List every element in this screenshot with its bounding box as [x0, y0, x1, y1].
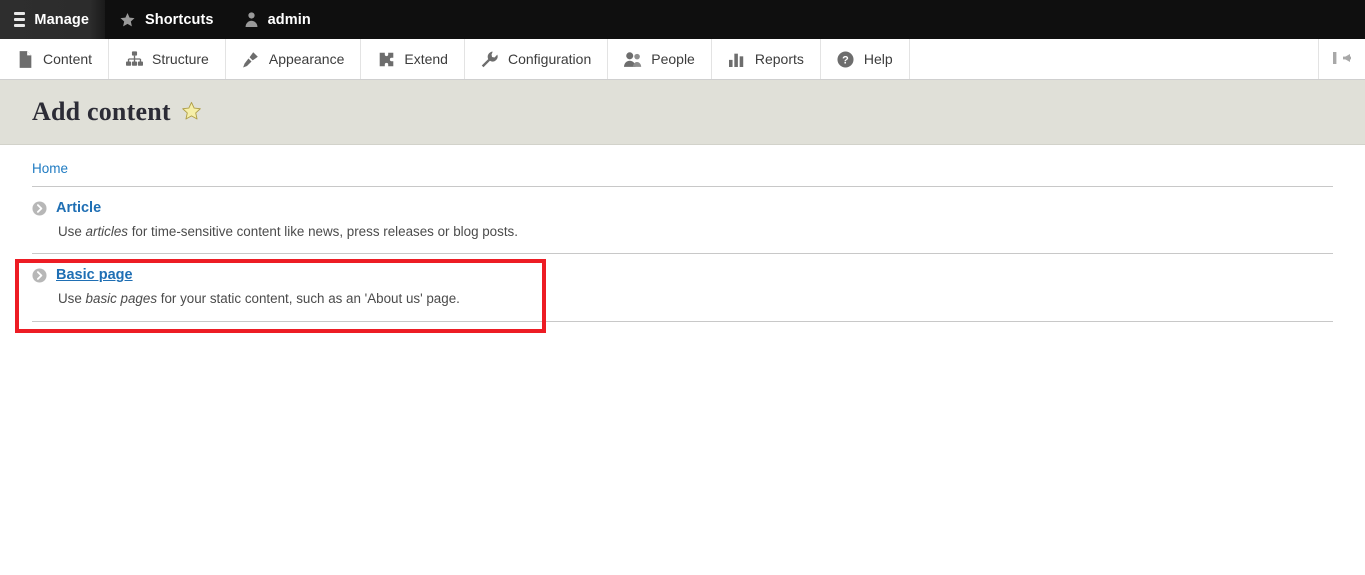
content-type-list: Article Use articles for time-sensitive …: [32, 187, 1333, 322]
menu-item-extend-label: Extend: [404, 51, 448, 67]
content-type-basic-page-header: Basic page: [32, 267, 1333, 283]
description-emphasis: basic pages: [86, 291, 157, 306]
admin-tab-user[interactable]: admin: [230, 0, 327, 39]
sitemap-icon: [125, 50, 143, 68]
user-icon: [244, 11, 259, 28]
admin-toolbar: Manage Shortcuts admin: [0, 0, 1365, 39]
description-suffix: for time-sensitive content like news, pr…: [128, 224, 518, 239]
menu-item-configuration-label: Configuration: [508, 51, 591, 67]
content-type-description-basic-page: Use basic pages for your static content,…: [58, 290, 1333, 307]
admin-tab-manage[interactable]: Manage: [0, 0, 105, 39]
toolbar-orientation-toggle[interactable]: [1319, 39, 1365, 79]
menu-item-extend[interactable]: Extend: [361, 39, 465, 79]
chevron-right-circle-icon: [32, 268, 47, 283]
menu-item-people-label: People: [651, 51, 695, 67]
collapse-left-icon: [1331, 50, 1353, 69]
menu-item-reports-label: Reports: [755, 51, 804, 67]
chevron-right-circle-icon: [32, 201, 47, 216]
admin-tab-shortcuts-label: Shortcuts: [145, 12, 214, 28]
menu-item-content[interactable]: Content: [0, 39, 109, 79]
admin-menu-bar: Content Structure Appearance: [0, 39, 1365, 80]
menu-item-structure[interactable]: Structure: [109, 39, 226, 79]
description-suffix: for your static content, such as an 'Abo…: [157, 291, 460, 306]
menu-item-content-label: Content: [43, 51, 92, 67]
list-item-divider: [32, 321, 1333, 322]
list-item: Basic page Use basic pages for your stat…: [32, 254, 1333, 321]
admin-tab-shortcuts[interactable]: Shortcuts: [105, 0, 230, 39]
bar-chart-icon: [728, 50, 746, 68]
star-outline-icon[interactable]: [181, 101, 202, 124]
description-prefix: Use: [58, 291, 86, 306]
page-header-band: Add content: [0, 80, 1365, 145]
breadcrumb-item-home[interactable]: Home: [32, 161, 68, 176]
menu-item-reports[interactable]: Reports: [712, 39, 821, 79]
star-icon: [119, 12, 136, 28]
puzzle-piece-icon: [377, 50, 395, 68]
admin-tab-manage-label: Manage: [34, 12, 89, 28]
svg-text:?: ?: [843, 54, 850, 66]
people-icon: [624, 50, 642, 68]
file-icon: [16, 50, 34, 68]
menu-item-appearance[interactable]: Appearance: [226, 39, 362, 79]
main-content: Home Article Use articles for time-sensi…: [0, 145, 1365, 322]
menu-item-configuration[interactable]: Configuration: [465, 39, 608, 79]
list-item: Article Use articles for time-sensitive …: [32, 187, 1333, 254]
menu-item-appearance-label: Appearance: [269, 51, 345, 67]
paintbrush-icon: [242, 50, 260, 68]
content-type-description-article: Use articles for time-sensitive content …: [58, 223, 1333, 240]
description-prefix: Use: [58, 224, 86, 239]
admin-tab-user-label: admin: [268, 12, 311, 28]
menu-item-help[interactable]: ? Help: [821, 39, 910, 79]
menu-bar-spacer: [910, 39, 1319, 79]
menu-item-help-label: Help: [864, 51, 893, 67]
description-emphasis: articles: [86, 224, 128, 239]
breadcrumb: Home: [32, 145, 1333, 186]
menu-item-structure-label: Structure: [152, 51, 209, 67]
menu-item-people[interactable]: People: [608, 39, 712, 79]
page-title: Add content: [32, 97, 171, 127]
hamburger-icon: [14, 12, 25, 27]
content-type-link-basic-page[interactable]: Basic page: [56, 267, 133, 283]
wrench-icon: [481, 50, 499, 68]
content-type-link-article[interactable]: Article: [56, 200, 101, 216]
question-mark-icon: ?: [837, 50, 855, 68]
content-type-article-header: Article: [32, 200, 1333, 216]
